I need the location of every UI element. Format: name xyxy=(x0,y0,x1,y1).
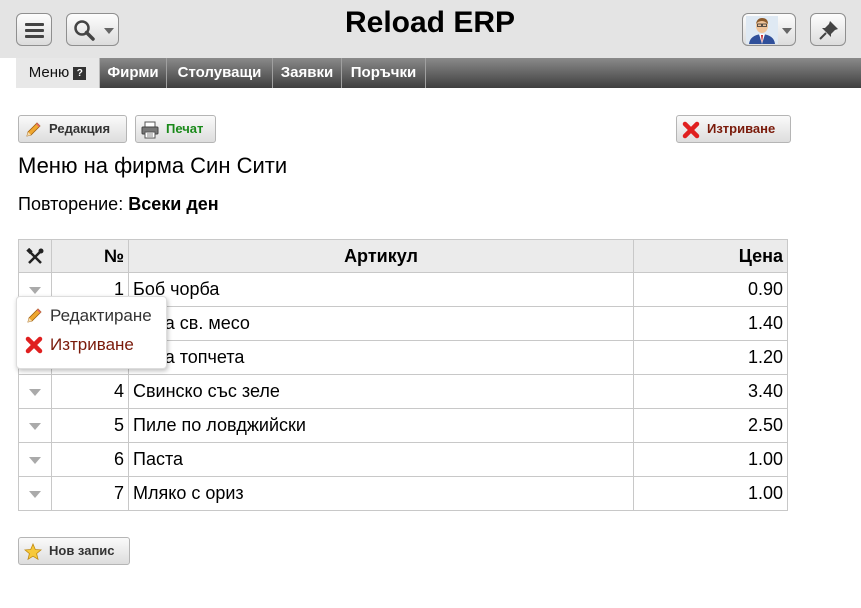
row-number: 6 xyxy=(51,442,129,477)
pin-icon xyxy=(819,21,838,40)
table-row: 7 Мляко с ориз 1.00 xyxy=(18,476,788,511)
triangle-down-icon xyxy=(29,388,41,396)
printer-icon xyxy=(141,121,159,139)
chevron-down-icon xyxy=(104,28,114,34)
row-menu-toggle[interactable] xyxy=(18,374,52,409)
triangle-down-icon xyxy=(29,456,41,464)
new-record-button[interactable]: Нов запис xyxy=(18,537,130,565)
nav-tab-menu[interactable]: Меню? xyxy=(16,58,100,88)
repeat-value: Всеки ден xyxy=(128,194,219,214)
repeat-info: Повторение: Всеки ден xyxy=(18,194,219,215)
app-title: Reload ERP xyxy=(344,6,516,39)
nav-tab-companies[interactable]: Фирми xyxy=(100,58,167,88)
triangle-down-icon xyxy=(29,490,41,498)
context-delete-item[interactable]: Изтриване xyxy=(25,332,165,358)
main-nav: Меню? Фирми Столуващи Заявки Поръчки xyxy=(16,58,861,88)
edit-button[interactable]: Редакция xyxy=(18,115,127,143)
top-header: Reload ERP xyxy=(0,0,861,58)
triangle-down-icon xyxy=(29,422,41,430)
num-column-header: № xyxy=(51,239,129,273)
row-article: Боб чорба xyxy=(128,272,634,307)
avatar xyxy=(746,16,778,44)
row-price: 1.00 xyxy=(633,442,788,477)
search-icon xyxy=(74,20,95,41)
row-price: 0.90 xyxy=(633,272,788,307)
print-button[interactable]: Печат xyxy=(135,115,216,143)
row-article: Супа топчета xyxy=(128,340,634,375)
nav-tab-orders[interactable]: Поръчки xyxy=(342,58,426,88)
repeat-label: Повторение: xyxy=(18,194,124,214)
menu-table: № Артикул Цена 1 Боб чорба 0.90 2 Супа с… xyxy=(18,239,788,511)
tools-column-header xyxy=(18,239,52,273)
row-article: Мляко с ориз xyxy=(128,476,634,511)
row-number: 5 xyxy=(51,408,129,443)
main-menu-button[interactable] xyxy=(16,13,52,46)
row-menu-toggle[interactable] xyxy=(18,442,52,477)
nav-tab-requests[interactable]: Заявки xyxy=(273,58,342,88)
triangle-down-icon xyxy=(29,286,41,294)
article-column-header: Артикул xyxy=(128,239,634,273)
tools-icon xyxy=(26,247,44,264)
help-icon[interactable]: ? xyxy=(73,67,87,80)
price-column-header: Цена xyxy=(633,239,788,273)
row-menu-toggle[interactable] xyxy=(18,476,52,511)
delete-button[interactable]: Изтриване xyxy=(676,115,791,143)
pencil-icon xyxy=(26,122,41,137)
row-price: 1.00 xyxy=(633,476,788,511)
delete-x-icon xyxy=(25,336,43,354)
context-edit-item[interactable]: Редактиране xyxy=(25,303,165,329)
chevron-down-icon xyxy=(782,28,792,34)
row-number: 4 xyxy=(51,374,129,409)
page-title: Меню на фирма Син Сити xyxy=(18,153,288,178)
row-price: 1.40 xyxy=(633,306,788,341)
table-row: 4 Свинско със зеле 3.40 xyxy=(18,374,788,409)
row-price: 1.20 xyxy=(633,340,788,375)
user-menu-button[interactable] xyxy=(742,13,796,46)
row-price: 2.50 xyxy=(633,408,788,443)
row-article: Пиле по ловджийски xyxy=(128,408,634,443)
row-article: Свинско със зеле xyxy=(128,374,634,409)
star-icon xyxy=(24,543,42,561)
row-article: Супа св. месо xyxy=(128,306,634,341)
search-button[interactable] xyxy=(66,13,119,46)
pin-button[interactable] xyxy=(810,13,846,46)
row-number: 7 xyxy=(51,476,129,511)
delete-x-icon xyxy=(682,121,700,139)
table-row: 5 Пиле по ловджийски 2.50 xyxy=(18,408,788,443)
nav-tab-diners[interactable]: Столуващи xyxy=(167,58,273,88)
row-price: 3.40 xyxy=(633,374,788,409)
row-context-menu: Редактиране Изтриване xyxy=(16,296,167,369)
table-row: 6 Паста 1.00 xyxy=(18,442,788,477)
table-header-row: № Артикул Цена xyxy=(18,239,788,273)
row-article: Паста xyxy=(128,442,634,477)
row-menu-toggle[interactable] xyxy=(18,408,52,443)
pencil-icon xyxy=(27,308,42,323)
